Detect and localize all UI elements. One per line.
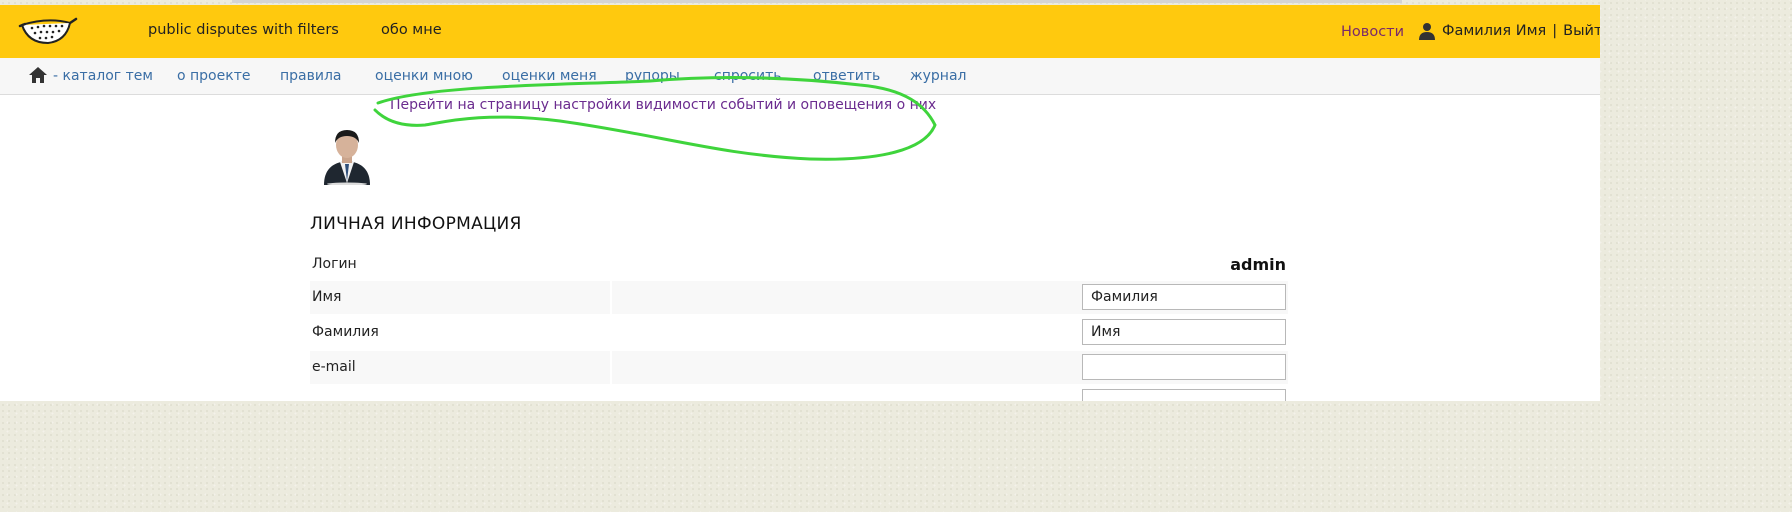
row-divider	[610, 351, 612, 384]
login-label: Логин	[312, 256, 357, 272]
event-settings-link[interactable]: Перейти на страницу настройки видимости …	[390, 97, 936, 113]
field-row-first-name: Имя	[310, 281, 1288, 314]
user-name-link[interactable]: Фамилия Имя	[1442, 23, 1546, 39]
site-title-link[interactable]: public disputes with filters	[148, 22, 339, 38]
nav-item-journal[interactable]: журнал	[910, 68, 966, 84]
main-nav: - каталог тем о проекте правила оценки м…	[0, 58, 1600, 95]
last-name-input[interactable]	[1082, 319, 1286, 345]
field-row-last-name: Фамилия	[310, 316, 1288, 349]
field-row-extra	[310, 386, 1288, 401]
logout-link[interactable]: Выйти	[1563, 23, 1600, 39]
user-icon	[1419, 23, 1435, 40]
row-divider	[610, 281, 612, 314]
field-row-email: e-mail	[310, 351, 1288, 384]
nav-item-catalog[interactable]: - каталог тем	[53, 68, 153, 84]
page-panel: public disputes with filters обо мне Нов…	[0, 5, 1600, 401]
about-me-link[interactable]: обо мне	[381, 22, 442, 38]
top-scrollbar[interactable]	[232, 0, 1402, 3]
nav-item-ask[interactable]: спросить	[714, 68, 782, 84]
businessman-avatar-icon	[324, 130, 370, 185]
news-link[interactable]: Новости	[1341, 24, 1404, 40]
nav-item-my-ratings[interactable]: оценки мною	[375, 68, 473, 84]
colander-logo-icon[interactable]	[18, 13, 78, 47]
personal-info-heading: ЛИЧНАЯ ИНФОРМАЦИЯ	[310, 214, 522, 234]
field-row-login: Логин admin	[310, 248, 1288, 281]
login-value: admin	[1230, 255, 1286, 274]
nav-item-about[interactable]: о проекте	[177, 68, 250, 84]
email-label: e-mail	[312, 359, 356, 375]
first-name-input[interactable]	[1082, 284, 1286, 310]
nav-item-mouthpieces[interactable]: рупоры	[625, 68, 680, 84]
nav-item-rules[interactable]: правила	[280, 68, 342, 84]
top-header: public disputes with filters обо мне Нов…	[0, 5, 1600, 58]
extra-input[interactable]	[1082, 389, 1286, 401]
first-name-label: Имя	[312, 289, 342, 305]
user-block: Фамилия Имя | Выйти	[1418, 22, 1600, 40]
email-input[interactable]	[1082, 354, 1286, 380]
last-name-label: Фамилия	[312, 324, 379, 340]
header-separator: |	[1552, 23, 1558, 39]
nav-item-answer[interactable]: ответить	[813, 68, 880, 84]
nav-item-ratings-of-me[interactable]: оценки меня	[502, 68, 597, 84]
home-icon[interactable]	[28, 66, 48, 84]
